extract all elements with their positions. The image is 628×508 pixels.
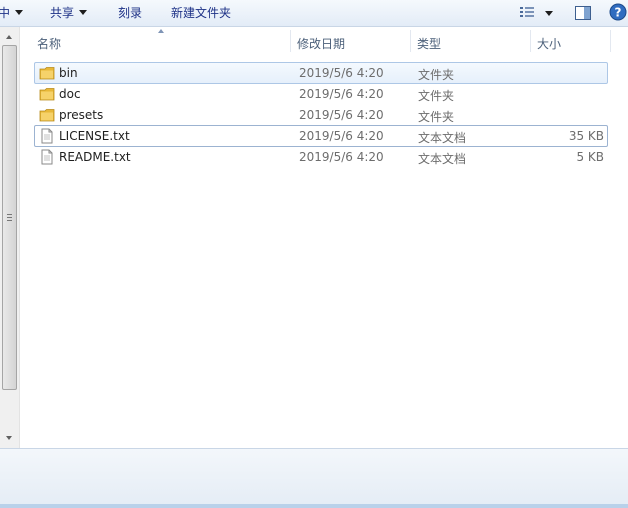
file-type: 文本文档 <box>418 152 467 166</box>
column-header-date[interactable]: 修改日期 <box>297 35 345 52</box>
list-item[interactable]: doc 2019/5/6 4:20 文件夹 <box>34 83 608 105</box>
column-divider[interactable] <box>530 30 531 52</box>
list-item[interactable]: LICENSE.txt 2019/5/6 4:20 文本文档 35 KB <box>34 125 608 147</box>
window-border <box>0 504 628 508</box>
file-date: 2019/5/6 4:20 <box>299 150 384 164</box>
file-name: bin <box>59 66 78 80</box>
preview-pane-icon <box>575 6 591 20</box>
chevron-down-icon <box>15 10 24 15</box>
command-bar: 中 共享 刻录 新建文件夹 ? <box>0 0 628 27</box>
new-folder-button[interactable]: 新建文件夹 <box>171 5 231 21</box>
file-name: doc <box>59 87 81 101</box>
list-item[interactable]: bin 2019/5/6 4:20 文件夹 <box>34 62 608 84</box>
organize-label: 中 <box>0 6 11 20</box>
help-button[interactable]: ? <box>609 3 627 24</box>
scroll-up-arrow-icon[interactable] <box>0 29 19 45</box>
folder-icon <box>39 65 55 84</box>
list-item[interactable]: README.txt 2019/5/6 4:20 文本文档 5 KB <box>34 146 608 168</box>
column-header-type[interactable]: 类型 <box>417 35 441 52</box>
text-file-icon <box>39 149 55 168</box>
file-list: bin 2019/5/6 4:20 文件夹 doc 2019/5/6 4:20 … <box>20 54 628 448</box>
file-size: 35 KB <box>568 129 604 143</box>
details-view-icon <box>520 7 553 17</box>
file-date: 2019/5/6 4:20 <box>299 87 384 101</box>
file-name: presets <box>59 108 104 122</box>
burn-button[interactable]: 刻录 <box>118 5 142 21</box>
preview-pane-button[interactable] <box>574 4 592 25</box>
scrollbar-thumb[interactable] <box>2 45 17 390</box>
column-divider[interactable] <box>410 30 411 52</box>
column-divider[interactable] <box>290 30 291 52</box>
file-type: 文件夹 <box>418 110 455 124</box>
file-date: 2019/5/6 4:20 <box>299 129 384 143</box>
file-date: 2019/5/6 4:20 <box>299 66 384 80</box>
list-item[interactable]: presets 2019/5/6 4:20 文件夹 <box>34 104 608 126</box>
burn-label: 刻录 <box>118 6 143 20</box>
file-name: README.txt <box>59 150 131 164</box>
details-pane <box>0 448 628 508</box>
column-divider[interactable] <box>610 30 611 52</box>
file-size: 5 KB <box>576 150 604 164</box>
column-header-bar: 名称 修改日期 类型 大小 <box>20 27 628 54</box>
folder-icon <box>39 107 55 126</box>
new-folder-label: 新建文件夹 <box>171 6 232 20</box>
share-button[interactable]: 共享 <box>50 5 88 21</box>
file-type: 文件夹 <box>418 89 455 103</box>
share-label: 共享 <box>50 6 75 20</box>
chevron-down-icon <box>79 10 88 15</box>
column-header-size[interactable]: 大小 <box>537 35 561 52</box>
file-type: 文本文档 <box>418 131 467 145</box>
text-file-icon <box>39 128 55 147</box>
sort-ascending-icon <box>158 29 164 33</box>
view-options-button[interactable] <box>519 4 555 25</box>
help-glyph: ? <box>615 6 622 20</box>
help-icon: ? <box>609 3 627 21</box>
folder-icon <box>39 86 55 105</box>
column-header-name[interactable]: 名称 <box>37 35 61 52</box>
file-date: 2019/5/6 4:20 <box>299 108 384 122</box>
organize-menu-button[interactable]: 中 <box>0 5 24 21</box>
scroll-down-arrow-icon[interactable] <box>0 430 19 446</box>
vertical-scrollbar[interactable] <box>0 27 20 448</box>
file-name: LICENSE.txt <box>59 129 130 143</box>
grip-icon <box>7 214 12 221</box>
file-type: 文件夹 <box>418 68 455 82</box>
